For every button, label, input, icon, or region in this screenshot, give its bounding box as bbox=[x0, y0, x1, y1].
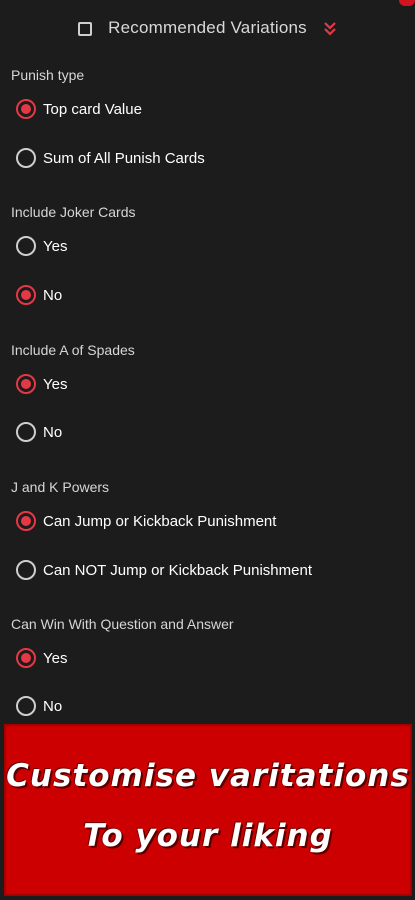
header-title: Recommended Variations bbox=[108, 18, 307, 37]
option-win-qa-yes[interactable]: Yes bbox=[16, 646, 67, 670]
option-can-jump-or-kickback[interactable]: Can Jump or Kickback Punishment bbox=[16, 509, 276, 533]
option-label: Yes bbox=[43, 649, 68, 667]
promo-banner: Customise varitations To your liking bbox=[4, 724, 412, 896]
radio-button[interactable] bbox=[16, 696, 36, 716]
option-label: Can Jump or Kickback Punishment bbox=[43, 512, 277, 530]
option-label: Sum of All Punish Cards bbox=[43, 149, 205, 167]
option-label: Can NOT Jump or Kickback Punishment bbox=[43, 561, 312, 579]
option-top-card-value[interactable]: Top card Value bbox=[16, 97, 142, 121]
group-title-punish-type: Punish type bbox=[11, 67, 85, 83]
option-label: Top card Value bbox=[43, 100, 142, 118]
recommended-variations-checkbox[interactable] bbox=[78, 22, 93, 36]
group-title-include-a-of-spades: Include A of Spades bbox=[11, 342, 135, 358]
double-chevron-down-icon[interactable] bbox=[323, 20, 337, 38]
radio-button[interactable] bbox=[16, 236, 36, 256]
option-joker-no[interactable]: No bbox=[16, 283, 62, 307]
radio-button-selected[interactable] bbox=[16, 511, 36, 531]
recommended-variations-header[interactable]: Recommended Variations bbox=[0, 0, 415, 56]
group-title-j-and-k-powers: J and K Powers bbox=[11, 479, 110, 495]
option-can-not-jump-or-kickback[interactable]: Can NOT Jump or Kickback Punishment bbox=[16, 558, 312, 582]
radio-button[interactable] bbox=[16, 422, 36, 442]
option-label: No bbox=[43, 423, 63, 441]
radio-button-selected[interactable] bbox=[16, 648, 36, 668]
radio-button-selected[interactable] bbox=[16, 99, 36, 119]
option-win-qa-no[interactable]: No bbox=[16, 694, 62, 718]
option-label: Yes bbox=[43, 375, 68, 393]
group-title-can-win-with-question-and-answer: Can Win With Question and Answer bbox=[11, 616, 234, 632]
group-title-include-joker-cards: Include Joker Cards bbox=[11, 204, 136, 220]
banner-headline: Customise varitations bbox=[6, 758, 410, 794]
option-a-of-spades-no[interactable]: No bbox=[16, 420, 62, 444]
option-label: Yes bbox=[43, 237, 68, 255]
radio-button-selected[interactable] bbox=[16, 285, 36, 305]
banner-subline: To your liking bbox=[83, 818, 333, 854]
radio-button-selected[interactable] bbox=[16, 374, 36, 394]
option-a-of-spades-yes[interactable]: Yes bbox=[16, 372, 67, 396]
option-joker-yes[interactable]: Yes bbox=[16, 234, 67, 258]
option-label: No bbox=[43, 697, 63, 715]
option-sum-of-all-punish-cards[interactable]: Sum of All Punish Cards bbox=[16, 146, 205, 170]
radio-button[interactable] bbox=[16, 148, 36, 168]
option-label: No bbox=[43, 286, 63, 304]
radio-button[interactable] bbox=[16, 560, 36, 580]
settings-screen: Recommended Variations Punish type Top c… bbox=[0, 0, 415, 900]
